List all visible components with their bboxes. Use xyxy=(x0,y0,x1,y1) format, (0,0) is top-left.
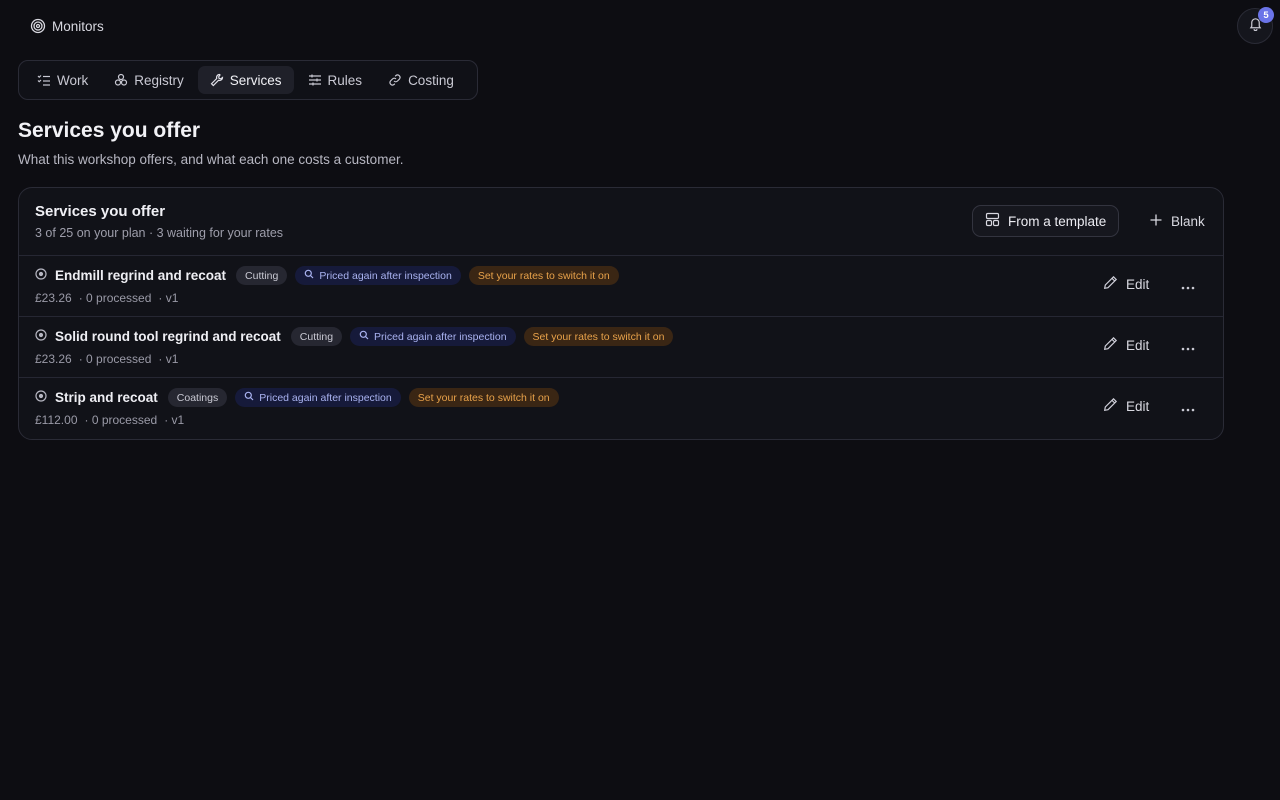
service-version: · v1 xyxy=(158,291,179,305)
service-price: £112.00 xyxy=(35,413,78,427)
blank-label: Blank xyxy=(1171,213,1205,229)
edit-label: Edit xyxy=(1126,276,1150,292)
service-version: · v1 xyxy=(164,413,185,427)
inspection-label: Priced again after inspection xyxy=(374,330,507,343)
rates-warning-badge: Set your rates to switch it on xyxy=(408,388,559,407)
sliders-icon xyxy=(308,73,322,87)
more-options-button[interactable] xyxy=(1177,336,1199,358)
service-row[interactable]: Solid round tool regrind and recoat Cutt… xyxy=(19,317,1223,378)
tab-services[interactable]: Services xyxy=(197,66,294,94)
page-subtitle: What this workshop offers, and what each… xyxy=(18,152,404,167)
monitors-logo-icon xyxy=(30,18,46,34)
category-badge: Cutting xyxy=(236,266,288,285)
notification-count-badge: 5 xyxy=(1258,7,1274,23)
tab-label: Registry xyxy=(134,72,184,88)
notifications-button[interactable]: 5 xyxy=(1237,7,1274,44)
app-title: Monitors xyxy=(52,18,104,34)
inspection-label: Priced again after inspection xyxy=(319,269,452,282)
service-status-icon xyxy=(35,389,47,407)
inspection-badge: Priced again after inspection xyxy=(235,388,401,407)
service-price: £23.26 xyxy=(35,291,72,305)
services-card: Services you offer 3 of 25 on your plan … xyxy=(18,187,1224,440)
inspection-label: Priced again after inspection xyxy=(259,391,392,404)
inspection-badge: Priced again after inspection xyxy=(350,327,516,346)
page-title: Services you offer xyxy=(18,119,201,142)
main-tabs: Work Registry Services Rules Costing xyxy=(18,60,478,100)
tab-label: Services xyxy=(229,72,282,88)
tab-label: Costing xyxy=(408,72,454,88)
edit-button[interactable]: Edit xyxy=(1103,336,1149,354)
pencil-icon xyxy=(1103,397,1118,415)
service-name: Strip and recoat xyxy=(55,390,158,405)
category-badge: Coatings xyxy=(167,388,228,407)
inspect-search-icon xyxy=(304,269,314,282)
tab-registry[interactable]: Registry xyxy=(102,66,196,94)
pencil-icon xyxy=(1103,275,1118,293)
app-header: Monitors xyxy=(30,18,104,34)
inspect-search-icon xyxy=(244,391,254,404)
tab-work[interactable]: Work xyxy=(25,66,100,94)
rates-warning-badge: Set your rates to switch it on xyxy=(523,327,674,346)
tab-label: Work xyxy=(57,72,89,88)
from-template-label: From a template xyxy=(1008,213,1107,229)
from-template-button[interactable]: From a template xyxy=(972,205,1120,237)
card-header: Services you offer 3 of 25 on your plan … xyxy=(19,188,1223,256)
plus-icon xyxy=(1149,213,1163,230)
service-processed-count: · 0 processed xyxy=(78,291,152,305)
tab-rules[interactable]: Rules xyxy=(296,66,375,94)
edit-button[interactable]: Edit xyxy=(1103,397,1149,415)
link-icon xyxy=(388,73,402,87)
more-options-button[interactable] xyxy=(1177,397,1199,419)
service-status-icon xyxy=(35,328,47,346)
service-price: £23.26 xyxy=(35,352,72,366)
service-name: Endmill regrind and recoat xyxy=(55,268,227,283)
inspect-search-icon xyxy=(359,330,369,343)
blank-button[interactable]: Blank xyxy=(1139,205,1215,237)
category-badge: Cutting xyxy=(290,327,343,346)
edit-button[interactable]: Edit xyxy=(1103,275,1149,293)
tab-costing[interactable]: Costing xyxy=(376,66,466,94)
service-processed-count: · 0 processed xyxy=(78,352,152,366)
service-row[interactable]: Strip and recoat Coatings Priced again a… xyxy=(19,378,1223,439)
service-name: Solid round tool regrind and recoat xyxy=(55,329,281,344)
service-status-icon xyxy=(35,267,47,285)
edit-label: Edit xyxy=(1126,398,1150,414)
card-subtitle: 3 of 25 on your plan · 3 waiting for you… xyxy=(35,226,284,240)
inspection-badge: Priced again after inspection xyxy=(295,266,461,285)
pencil-icon xyxy=(1103,336,1118,354)
ellipsis-icon xyxy=(1181,399,1195,417)
edit-label: Edit xyxy=(1126,337,1150,353)
checklist-icon xyxy=(37,73,51,87)
service-processed-count: · 0 processed xyxy=(84,413,158,427)
rates-warning-badge: Set your rates to switch it on xyxy=(468,266,619,285)
tab-label: Rules xyxy=(327,72,363,88)
card-title: Services you offer xyxy=(35,203,166,220)
ellipsis-icon xyxy=(1181,277,1195,295)
more-options-button[interactable] xyxy=(1177,275,1199,297)
wrench-icon xyxy=(210,73,224,87)
ellipsis-icon xyxy=(1181,338,1195,356)
cubes-icon xyxy=(114,73,128,87)
service-version: · v1 xyxy=(158,352,179,366)
service-row[interactable]: Endmill regrind and recoat Cutting Price… xyxy=(19,256,1223,317)
template-icon xyxy=(985,212,1000,230)
